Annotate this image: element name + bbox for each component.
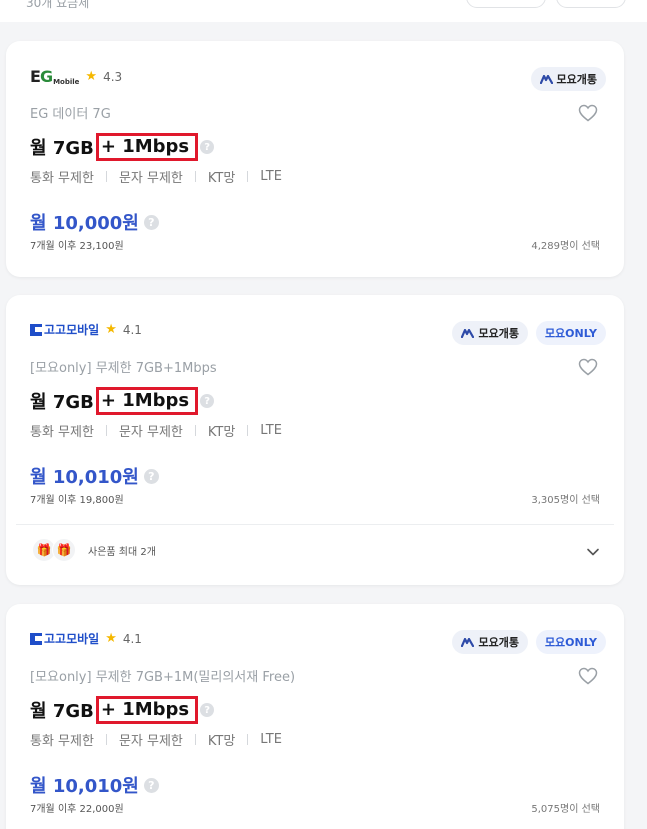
selected-count: 4,289명이 선택 <box>531 241 600 252</box>
plan-title: 월 7GB + 1Mbps ? <box>30 133 215 161</box>
plan-card[interactable]: 고고모바일 ★ 4.1 모요개통 모요ONLY [모요only] 무제한 7GB… <box>6 295 624 585</box>
provider-rating: 4.1 <box>122 322 142 337</box>
price: 월 10,010원 <box>30 467 139 488</box>
help-icon[interactable]: ? <box>200 394 215 408</box>
heart-icon[interactable] <box>578 667 598 685</box>
price-row: 월 10,000원 ? <box>30 209 159 235</box>
price-help-icon[interactable]: ? <box>143 777 159 793</box>
after-price: 7개월 이후 22,000원 <box>30 804 124 815</box>
after-price: 7개월 이후 23,100원 <box>30 241 124 252</box>
provider-logo-gogo: 고고모바일 <box>30 321 99 338</box>
speed-highlight: + 1Mbps <box>95 387 199 415</box>
selected-count: 5,075명이 선택 <box>531 804 600 815</box>
gogo-logo-icon <box>30 323 42 336</box>
badge-group: 모요개통 모요ONLY <box>452 321 606 345</box>
provider-logo-eg-mobile: E G Mobile <box>30 67 80 86</box>
selected-count: 3,305명이 선택 <box>531 495 600 506</box>
help-icon[interactable]: ? <box>200 140 215 154</box>
spec-sms: 문자 무제한 <box>118 734 183 749</box>
plan-name: EG 데이터 7G <box>30 107 111 122</box>
provider-logo-gogo: 고고모바일 <box>30 630 99 647</box>
moyo-logo-icon <box>461 637 475 647</box>
plan-name: [모요only] 무제한 7GB+1Mbps <box>30 361 217 376</box>
filter-button[interactable] <box>556 0 626 8</box>
after-price: 7개월 이후 19,800원 <box>30 495 124 506</box>
spec-type: LTE <box>260 423 282 438</box>
chevron-down-icon[interactable] <box>586 545 600 559</box>
badge-moyo-open: 모요개통 <box>452 630 528 654</box>
star-icon: ★ <box>105 322 117 337</box>
badge-group: 모요개통 모요ONLY <box>452 630 606 654</box>
heart-icon[interactable] <box>578 358 598 376</box>
badge-moyo-open: 모요개통 <box>452 321 528 345</box>
card-divider <box>16 524 614 525</box>
price-help-icon[interactable]: ? <box>143 214 159 230</box>
star-icon: ★ <box>85 69 98 84</box>
price-row: 월 10,010원 ? <box>30 463 159 489</box>
plan-name: [모요only] 무제한 7GB+1M(밀리의서재 Free) <box>30 670 296 685</box>
provider-row: E G Mobile ★ 4.3 <box>30 67 122 86</box>
result-count: 30개 요금제 <box>26 0 90 10</box>
spec-network: KT망 <box>207 171 236 186</box>
gift-row[interactable]: 🎁 🎁 사은품 최대 2개 <box>32 538 156 562</box>
plan-title: 월 7GB + 1Mbps ? <box>30 696 215 724</box>
badge-moyo-only: 모요ONLY <box>535 321 606 345</box>
moyo-logo-icon <box>539 74 553 84</box>
speed-highlight: + 1Mbps <box>95 696 199 724</box>
spec-call: 통화 무제한 <box>30 171 94 186</box>
price-row: 월 10,010원 ? <box>30 772 159 798</box>
spec-sms: 문자 무제한 <box>118 171 183 186</box>
gift-text: 사은품 최대 2개 <box>88 546 156 558</box>
heart-icon[interactable] <box>578 104 598 122</box>
plan-card[interactable]: 고고모바일 ★ 4.1 모요개통 모요ONLY [모요only] 무제한 7GB… <box>6 604 624 829</box>
price: 월 10,010원 <box>30 776 139 797</box>
speed-highlight: + 1Mbps <box>95 133 199 161</box>
spec-type: LTE <box>260 732 282 747</box>
gogo-logo-icon <box>30 632 42 645</box>
provider-row: 고고모바일 ★ 4.1 <box>30 321 142 338</box>
data-amount: 월 7GB <box>30 701 94 722</box>
spec-network: KT망 <box>207 734 236 749</box>
spec-row: 통화 무제한 문자 무제한 KT망 LTE <box>30 421 282 440</box>
price: 월 10,000원 <box>30 213 139 234</box>
provider-row: 고고모바일 ★ 4.1 <box>30 630 142 647</box>
badge-group: 모요개통 <box>530 67 606 91</box>
top-bar: 30개 요금제 <box>0 0 647 22</box>
gift-icon: 🎁 <box>52 538 76 562</box>
plan-title: 월 7GB + 1Mbps ? <box>30 387 215 415</box>
data-amount: 월 7GB <box>30 138 94 159</box>
sort-button[interactable] <box>466 0 546 8</box>
star-icon: ★ <box>105 631 117 646</box>
spec-network: KT망 <box>207 425 236 440</box>
moyo-logo-icon <box>461 328 475 338</box>
provider-rating: 4.1 <box>122 631 142 646</box>
plan-card[interactable]: E G Mobile ★ 4.3 모요개통 EG 데이터 7G 월 7GB + 1M… <box>6 41 624 277</box>
spec-row: 통화 무제한 문자 무제한 KT망 LTE <box>30 167 282 186</box>
spec-sms: 문자 무제한 <box>118 425 183 440</box>
help-icon[interactable]: ? <box>200 703 215 717</box>
spec-row: 통화 무제한 문자 무제한 KT망 LTE <box>30 730 282 749</box>
provider-rating: 4.3 <box>103 69 123 84</box>
badge-moyo-open: 모요개통 <box>530 67 606 91</box>
price-help-icon[interactable]: ? <box>143 468 159 484</box>
spec-call: 통화 무제한 <box>30 425 94 440</box>
spec-type: LTE <box>260 169 282 184</box>
spec-call: 통화 무제한 <box>30 734 94 749</box>
badge-moyo-only: 모요ONLY <box>535 630 606 654</box>
data-amount: 월 7GB <box>30 392 94 413</box>
